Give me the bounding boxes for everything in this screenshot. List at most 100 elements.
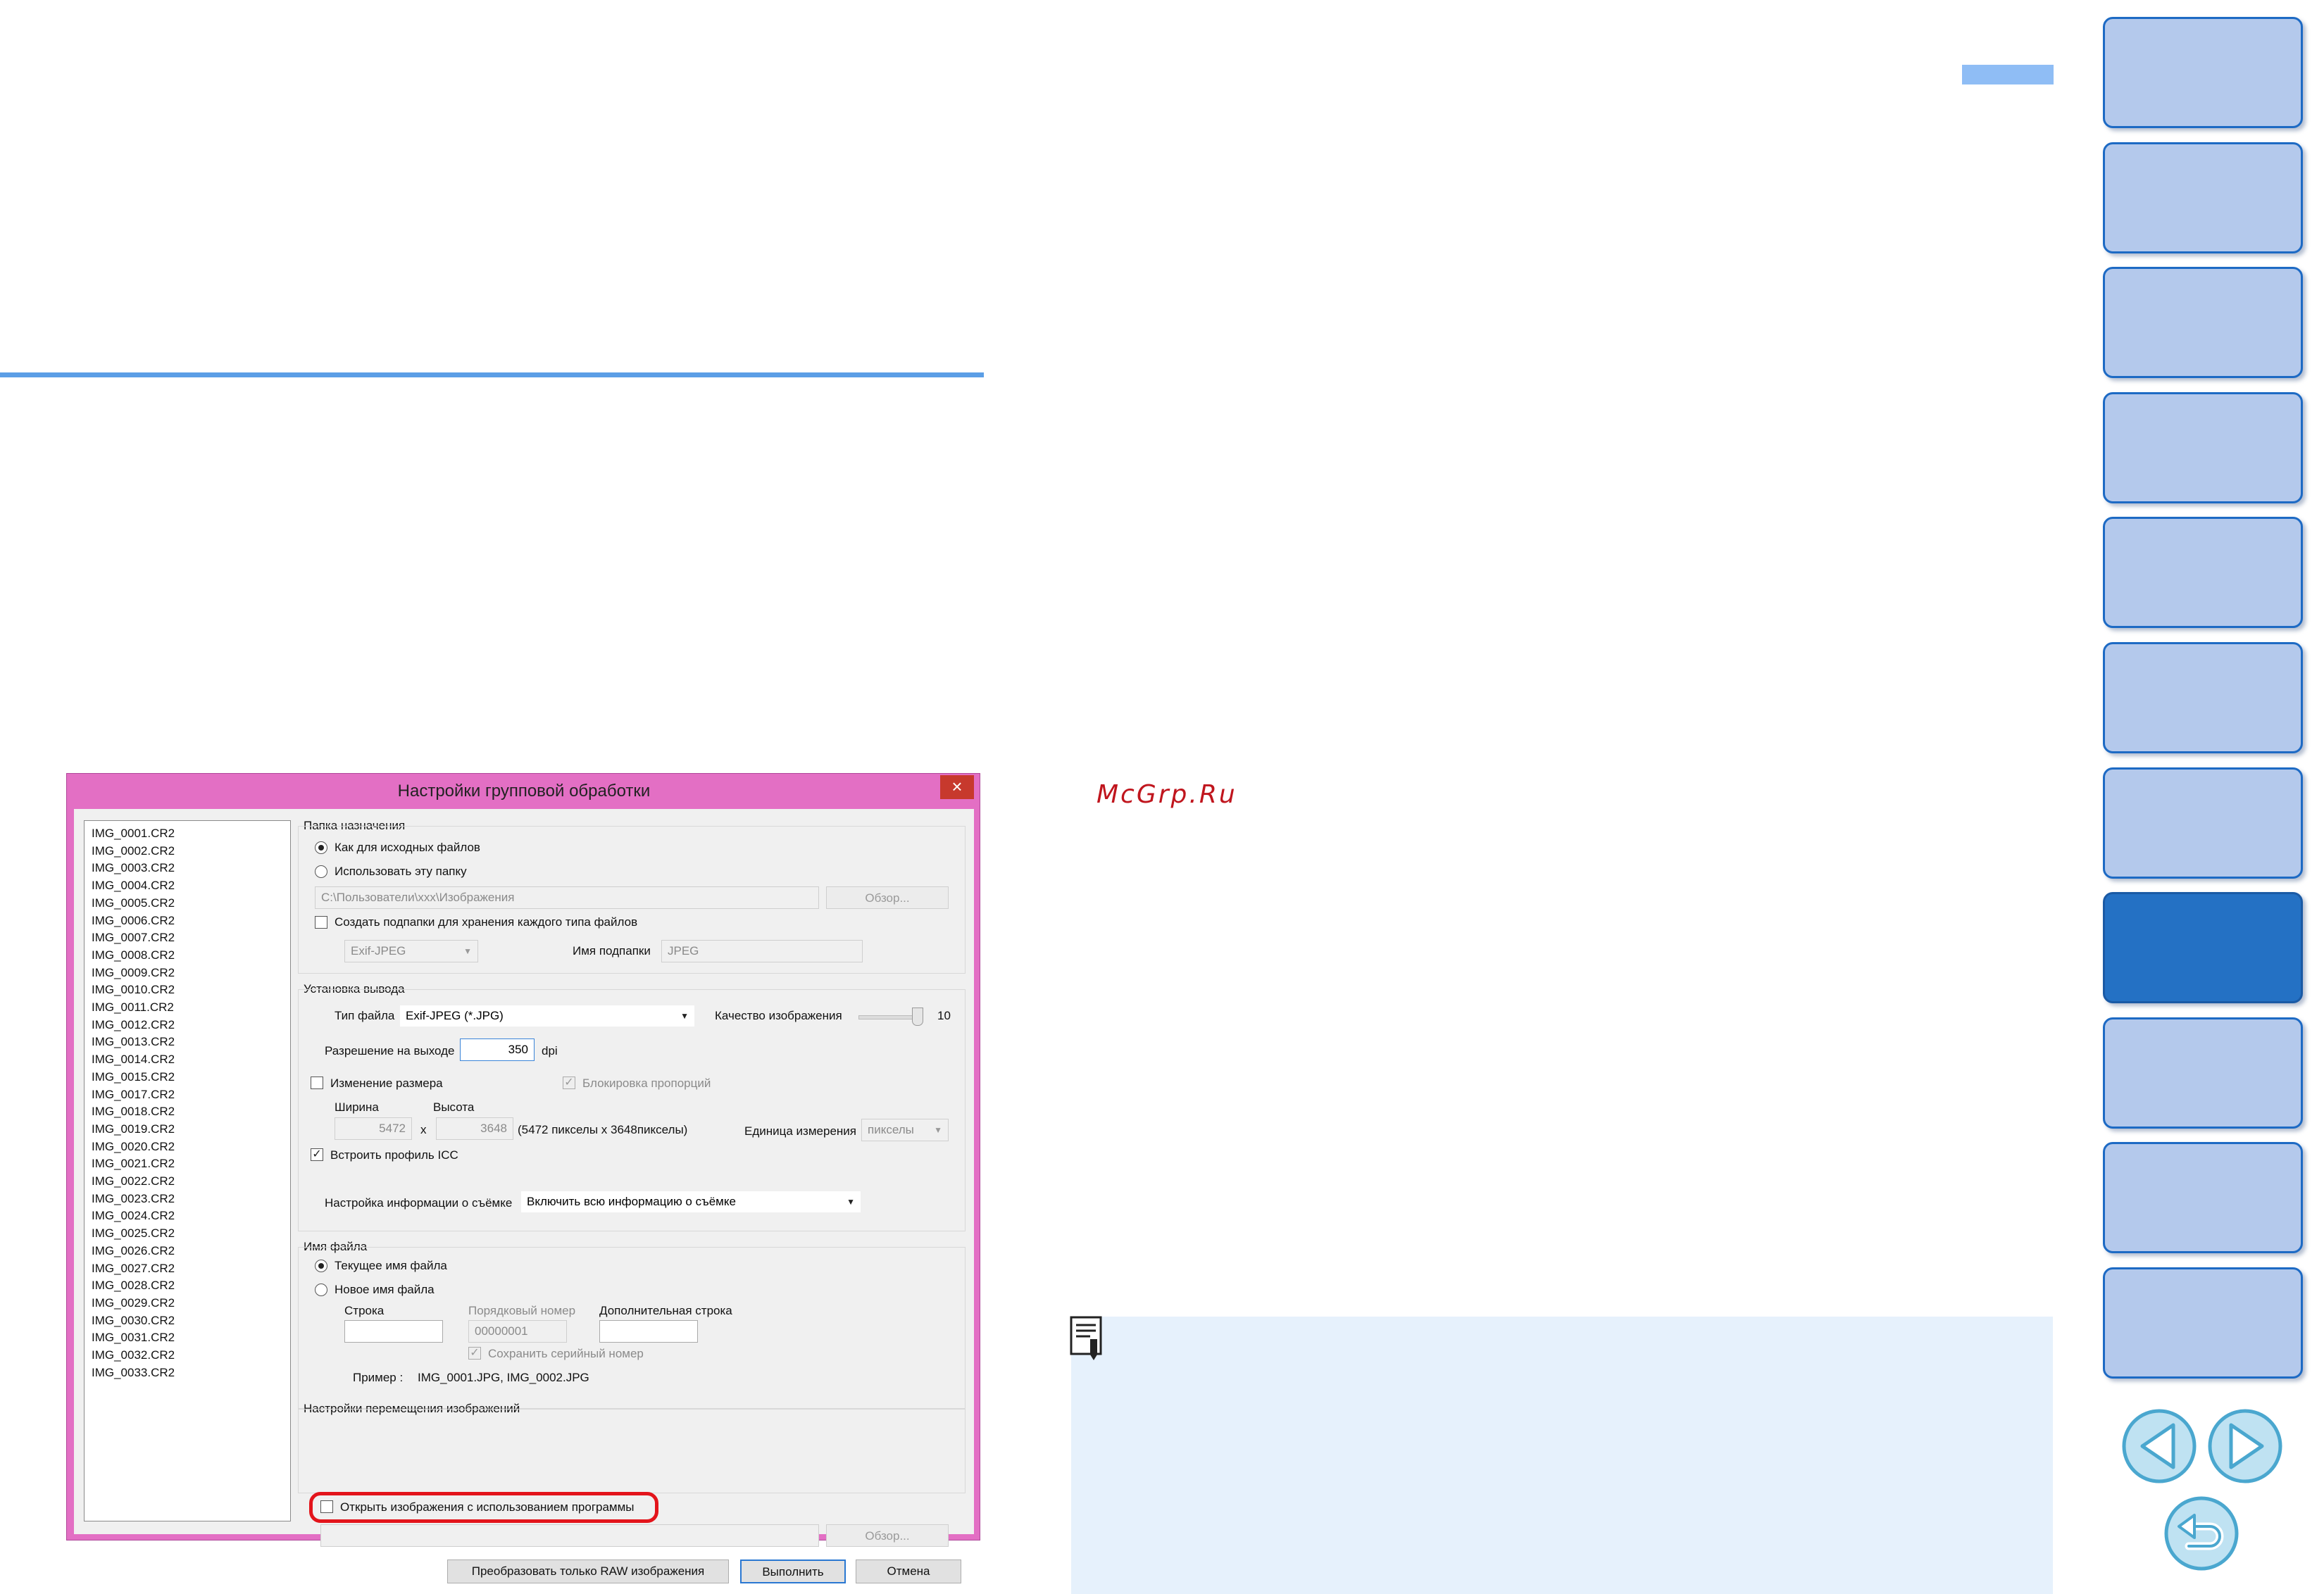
next-page-icon[interactable]	[2207, 1408, 2283, 1484]
file-list-item[interactable]: IMG_0023.CR2	[92, 1191, 290, 1208]
chevron-down-icon: ▼	[680, 1011, 689, 1021]
side-tab-7[interactable]	[2103, 767, 2303, 879]
file-list-item[interactable]: IMG_0017.CR2	[92, 1086, 290, 1104]
dpi-label: dpi	[542, 1044, 558, 1058]
side-tab-10[interactable]	[2103, 1142, 2303, 1254]
file-list-item[interactable]: IMG_0032.CR2	[92, 1347, 290, 1364]
file-list-item[interactable]: IMG_0002.CR2	[92, 843, 290, 860]
file-list-item[interactable]: IMG_0027.CR2	[92, 1260, 290, 1278]
file-list-item[interactable]: IMG_0010.CR2	[92, 981, 290, 999]
side-tab-5[interactable]	[2103, 517, 2303, 629]
file-list-item[interactable]: IMG_0026.CR2	[92, 1243, 290, 1260]
note-box	[1071, 1317, 2053, 1594]
file-list-item[interactable]: IMG_0014.CR2	[92, 1051, 290, 1069]
file-list-item[interactable]: IMG_0004.CR2	[92, 877, 290, 895]
return-icon[interactable]	[2163, 1495, 2239, 1571]
serial-field[interactable]: 00000001	[468, 1320, 567, 1343]
file-type-value: Exif-JPEG (*.JPG)	[406, 1009, 504, 1022]
close-button[interactable]: ×	[940, 775, 974, 799]
file-list-item[interactable]: IMG_0007.CR2	[92, 929, 290, 947]
resize-label: Изменение размера	[330, 1077, 443, 1090]
side-tab-3[interactable]	[2103, 267, 2303, 379]
embed-icc-label: Встроить профиль ICC	[330, 1148, 458, 1162]
subfolder-type-value: Exif-JPEG	[351, 944, 406, 958]
example-label: Пример :	[353, 1371, 404, 1384]
side-tab-6[interactable]	[2103, 642, 2303, 753]
same-as-source-label: Как для исходных файлов	[335, 841, 480, 854]
execute-button[interactable]: Выполнить	[740, 1560, 846, 1583]
file-list-item[interactable]: IMG_0005.CR2	[92, 895, 290, 912]
side-tab-2[interactable]	[2103, 142, 2303, 253]
string-field[interactable]	[344, 1320, 443, 1343]
memo-icon	[1070, 1316, 1102, 1360]
side-tab-4[interactable]	[2103, 391, 2303, 503]
destination-browse-button[interactable]: Обзор...	[826, 886, 949, 909]
resize-checkbox[interactable]	[311, 1077, 323, 1089]
same-as-source-radio[interactable]	[315, 841, 327, 854]
cancel-button[interactable]: Отмена	[856, 1560, 961, 1583]
times-label: x	[420, 1123, 427, 1136]
quality-value: 10	[937, 1009, 951, 1022]
destination-path-field[interactable]: C:\Пользователи\ххх\Изображения	[315, 886, 819, 909]
file-list-item[interactable]: IMG_0033.CR2	[92, 1364, 290, 1382]
unit-select[interactable]: пикселы ▼	[861, 1119, 949, 1141]
file-list[interactable]: IMG_0001.CR2 IMG_0002.CR2 IMG_0003.CR2 IMG_…	[84, 820, 291, 1521]
side-tab-8[interactable]	[2103, 892, 2303, 1004]
file-list-item[interactable]: IMG_0001.CR2	[92, 825, 290, 843]
file-list-item[interactable]: IMG_0025.CR2	[92, 1225, 290, 1243]
file-list-item[interactable]: IMG_0020.CR2	[92, 1138, 290, 1156]
height-field[interactable]: 3648	[436, 1117, 513, 1140]
file-list-item[interactable]: IMG_0022.CR2	[92, 1173, 290, 1191]
unit-label: Единица измерения	[744, 1124, 856, 1138]
file-list-item[interactable]: IMG_0015.CR2	[92, 1069, 290, 1086]
lock-ratio-label: Блокировка пропорций	[582, 1077, 711, 1090]
previous-page-icon[interactable]	[2121, 1408, 2197, 1484]
file-list-item[interactable]: IMG_0011.CR2	[92, 999, 290, 1017]
file-list-item[interactable]: IMG_0009.CR2	[92, 965, 290, 982]
shooting-info-select[interactable]: Включить всю информацию о съёмке ▼	[520, 1191, 861, 1213]
subfolder-name-label: Имя подпапки	[573, 944, 651, 958]
example-value: IMG_0001.JPG, IMG_0002.JPG	[418, 1371, 589, 1384]
file-list-item[interactable]: IMG_0030.CR2	[92, 1312, 290, 1330]
side-tab-9[interactable]	[2103, 1017, 2303, 1129]
file-list-item[interactable]: IMG_0003.CR2	[92, 860, 290, 877]
file-list-item[interactable]: IMG_0013.CR2	[92, 1034, 290, 1051]
resolution-label: Разрешение на выходе	[325, 1044, 455, 1058]
file-list-item[interactable]: IMG_0012.CR2	[92, 1017, 290, 1034]
subfolders-label: Создать подпапки для хранения каждого ти…	[335, 915, 638, 929]
side-tab-1[interactable]	[2103, 17, 2303, 128]
use-folder-radio[interactable]	[315, 865, 327, 878]
file-list-item[interactable]: IMG_0008.CR2	[92, 947, 290, 965]
subfolder-name-field[interactable]: JPEG	[661, 940, 863, 962]
lock-ratio-checkbox[interactable]: ✓	[563, 1077, 575, 1089]
width-field[interactable]: 5472	[335, 1117, 412, 1140]
file-type-select[interactable]: Exif-JPEG (*.JPG) ▼	[399, 1005, 695, 1027]
file-list-item[interactable]: IMG_0018.CR2	[92, 1103, 290, 1121]
file-list-item[interactable]: IMG_0021.CR2	[92, 1155, 290, 1173]
new-name-radio[interactable]	[315, 1284, 327, 1296]
open-with-checkbox[interactable]	[320, 1500, 333, 1513]
keep-serial-checkbox[interactable]: ✓	[468, 1347, 481, 1360]
chevron-down-icon: ▼	[463, 946, 472, 956]
width-label: Ширина	[335, 1100, 379, 1114]
program-path-field[interactable]	[320, 1524, 819, 1547]
keep-serial-label: Сохранить серийный номер	[488, 1347, 644, 1360]
file-list-item[interactable]: IMG_0006.CR2	[92, 912, 290, 930]
shooting-info-value: Включить всю информацию о съёмке	[527, 1195, 736, 1208]
side-tab-11[interactable]	[2103, 1267, 2303, 1379]
current-name-radio[interactable]	[315, 1260, 327, 1272]
file-list-item[interactable]: IMG_0029.CR2	[92, 1295, 290, 1312]
chevron-down-icon: ▼	[934, 1125, 942, 1135]
program-browse-button[interactable]: Обзор...	[826, 1524, 949, 1547]
file-list-item[interactable]: IMG_0024.CR2	[92, 1207, 290, 1225]
convert-raw-only-button[interactable]: Преобразовать только RAW изображения	[447, 1560, 729, 1583]
resolution-field[interactable]: 350	[460, 1038, 535, 1061]
subfolder-type-select[interactable]: Exif-JPEG ▼	[344, 940, 478, 962]
quality-slider-thumb[interactable]	[912, 1008, 923, 1026]
embed-icc-checkbox[interactable]: ✓	[311, 1148, 323, 1161]
subfolders-checkbox[interactable]	[315, 916, 327, 929]
file-list-item[interactable]: IMG_0031.CR2	[92, 1329, 290, 1347]
extra-string-field[interactable]	[599, 1320, 698, 1343]
file-list-item[interactable]: IMG_0028.CR2	[92, 1277, 290, 1295]
file-list-item[interactable]: IMG_0019.CR2	[92, 1121, 290, 1138]
